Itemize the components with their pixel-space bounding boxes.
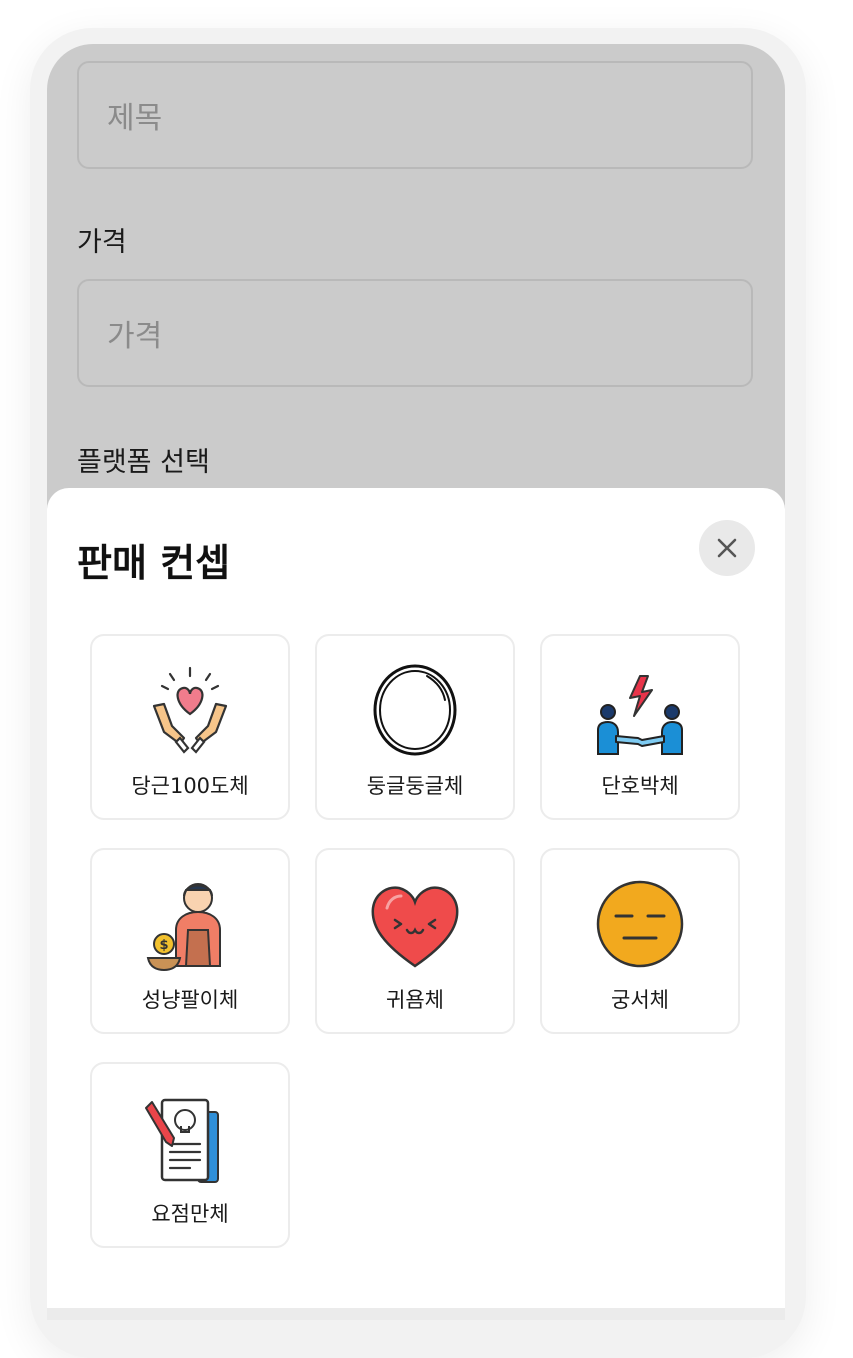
concept-option-pumpkin[interactable]: 단호박체 bbox=[540, 634, 740, 820]
platform-label: 플랫폼 선택 bbox=[77, 447, 210, 478]
concept-option-cute[interactable]: 귀욤체 bbox=[315, 848, 515, 1034]
title-input[interactable]: 제목 bbox=[77, 61, 753, 169]
title-input-placeholder: 제목 bbox=[107, 101, 163, 136]
idea-document-icon bbox=[145, 1098, 219, 1183]
concept-option-label: 요점만체 bbox=[151, 1202, 229, 1226]
close-icon bbox=[717, 538, 737, 558]
concept-option-round[interactable]: 둥글둥글체 bbox=[315, 634, 515, 820]
concept-option-label: 둥글둥글체 bbox=[366, 774, 464, 798]
sheet-title: 판매 컨셉 bbox=[77, 541, 231, 585]
screen: 제목 가격 가격 플랫폼 선택 판매 컨셉 당근100도체 둥글둥글체 단호박체… bbox=[47, 44, 785, 1320]
beggar-icon: $ bbox=[146, 883, 221, 972]
concept-option-summary[interactable]: 요점만체 bbox=[90, 1062, 290, 1248]
neutral-face-icon bbox=[596, 880, 684, 968]
concept-option-matchgirl[interactable]: $ 성냥팔이체 bbox=[90, 848, 290, 1034]
concept-option-gungseo[interactable]: 궁서체 bbox=[540, 848, 740, 1034]
cute-heart-icon bbox=[371, 886, 459, 968]
heart-hands-icon bbox=[152, 666, 228, 754]
concept-option-label: 귀욤체 bbox=[386, 988, 444, 1012]
concept-option-label: 당근100도체 bbox=[131, 774, 249, 798]
price-label: 가격 bbox=[77, 227, 127, 258]
concept-option-label: 성냥팔이체 bbox=[141, 988, 239, 1012]
sales-concept-sheet: 판매 컨셉 당근100도체 둥글둥글체 단호박체 $ 성냥팔이체 귀욤체 궁서체… bbox=[47, 488, 785, 1320]
close-button[interactable] bbox=[699, 520, 755, 576]
concept-option-label: 단호박체 bbox=[601, 774, 679, 798]
circle-icon bbox=[373, 664, 457, 756]
price-input[interactable]: 가격 bbox=[77, 279, 753, 387]
concept-option-label: 궁서체 bbox=[611, 988, 669, 1012]
concept-option-carrot[interactable]: 당근100도체 bbox=[90, 634, 290, 820]
price-input-placeholder: 가격 bbox=[107, 319, 163, 354]
svg-text:$: $ bbox=[159, 938, 168, 953]
conflict-handshake-icon bbox=[597, 675, 683, 755]
home-indicator-bar bbox=[47, 1308, 785, 1320]
